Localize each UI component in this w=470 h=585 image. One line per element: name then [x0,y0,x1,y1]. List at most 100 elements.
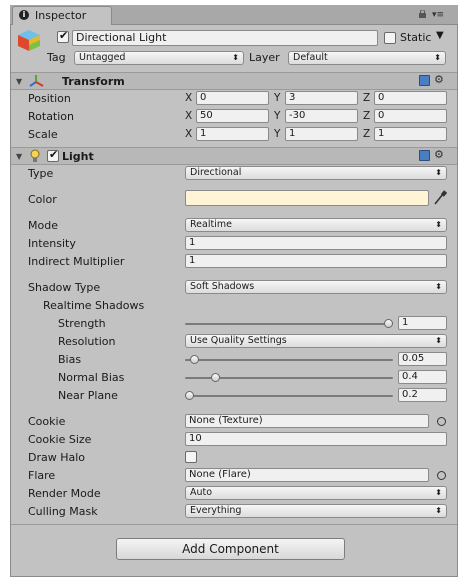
culling-mask-label: Culling Mask [28,505,98,518]
bias-slider-track[interactable] [185,359,393,361]
indirect-multiplier-label: Indirect Multiplier [28,255,125,268]
tab-label: Inspector [35,9,87,22]
realtime-shadows-label: Realtime Shadows [43,299,145,312]
position-y-field[interactable]: 3 [285,91,358,105]
add-component-button[interactable]: Add Component [116,538,345,560]
normal-bias-field[interactable]: 0.4 [398,370,447,384]
dropdown-arrow-icon: ⬍ [435,506,442,515]
axis-x-label: X [185,110,193,122]
rotation-y-field[interactable]: -30 [285,109,358,123]
type-value: Directional [190,167,242,178]
rotation-z-field[interactable]: 0 [374,109,447,123]
near-plane-slider-track[interactable] [185,395,393,397]
draw-halo-label: Draw Halo [28,451,86,464]
rotation-x-field[interactable]: 50 [196,109,269,123]
gear-icon[interactable]: ⚙ [434,73,444,86]
dropdown-arrow-icon: ⬍ [435,336,442,345]
resolution-label: Resolution [58,335,116,348]
flare-field[interactable]: None (Flare) [185,468,429,482]
object-picker-icon[interactable] [437,417,446,426]
draw-halo-checkbox[interactable] [185,451,197,463]
intensity-field[interactable]: 1 [185,236,447,250]
bias-label: Bias [58,353,82,366]
cube-icon [18,30,40,51]
position-label: Position [28,92,71,105]
dropdown-arrow-icon: ⬍ [435,220,442,229]
gear-icon[interactable]: ⚙ [434,148,444,161]
fold-arrow-icon[interactable]: ▼ [16,77,22,86]
normal-bias-slider-knob[interactable] [210,373,220,382]
active-checkbox[interactable] [57,29,69,43]
axis-z-label: Z [363,110,371,122]
divider [11,524,457,525]
menu-icon[interactable]: ▾≡ [432,10,444,20]
near-plane-field[interactable]: 0.2 [398,388,447,402]
dropdown-arrow-icon: ⬍ [435,282,442,291]
scale-z-field[interactable]: 1 [374,127,447,141]
intensity-label: Intensity [28,237,76,250]
layer-value: Default [293,52,328,63]
flare-label: Flare [28,469,56,482]
shadow-type-dropdown[interactable]: Soft Shadows ⬍ [185,280,447,294]
culling-mask-dropdown[interactable]: Everything ⬍ [185,504,447,518]
near-plane-slider-knob[interactable] [185,391,194,400]
light-title: Light [62,150,94,163]
tab-inspector[interactable]: i Inspector [12,6,112,25]
type-label: Type [28,167,54,180]
strength-slider-track[interactable] [185,323,393,325]
tag-label: Tag [47,51,66,64]
resolution-value: Use Quality Settings [190,335,287,346]
axis-z-label: Z [363,92,371,104]
color-field[interactable] [185,190,429,206]
cookie-size-field[interactable]: 10 [185,432,447,446]
axis-y-label: Y [274,110,281,122]
bias-slider-knob[interactable] [189,355,199,364]
transform-title: Transform [62,75,125,88]
light-enabled-checkbox[interactable] [47,148,59,162]
mode-value: Realtime [190,219,232,230]
render-mode-value: Auto [190,487,213,498]
transform-axes-icon [29,75,44,87]
object-name-field[interactable]: Directional Light [72,30,378,46]
axis-x-label: X [185,128,193,140]
scale-x-field[interactable]: 1 [196,127,269,141]
strength-slider-knob[interactable] [384,319,393,328]
axis-z-label: Z [363,128,371,140]
strength-field[interactable]: 1 [398,316,447,330]
near-plane-label: Near Plane [58,389,118,402]
bias-field[interactable]: 0.05 [398,352,447,366]
position-x-field[interactable]: 0 [196,91,269,105]
resolution-dropdown[interactable]: Use Quality Settings ⬍ [185,334,447,348]
mode-dropdown[interactable]: Realtime ⬍ [185,218,447,232]
help-book-icon[interactable] [419,150,430,161]
info-icon: i [19,10,29,20]
dropdown-arrow-icon: ⬍ [435,488,442,497]
fold-arrow-icon[interactable]: ▼ [16,152,22,161]
lock-icon[interactable] [418,10,427,18]
shadow-type-label: Shadow Type [28,281,101,294]
position-z-field[interactable]: 0 [374,91,447,105]
scale-y-field[interactable]: 1 [285,127,358,141]
layer-dropdown[interactable]: Default ⬍ [288,51,446,65]
tag-dropdown[interactable]: Untagged ⬍ [74,51,244,65]
object-picker-icon[interactable] [437,471,446,480]
mode-label: Mode [28,219,58,232]
help-book-icon[interactable] [419,75,430,86]
cookie-field[interactable]: None (Texture) [185,414,429,428]
layer-label: Layer [249,51,280,64]
render-mode-dropdown[interactable]: Auto ⬍ [185,486,447,500]
static-dropdown-arrow-icon[interactable]: ▼ [436,30,444,41]
color-label: Color [28,193,57,206]
cookie-size-label: Cookie Size [28,433,92,446]
axis-y-label: Y [274,92,281,104]
type-dropdown[interactable]: Directional ⬍ [185,166,447,180]
normal-bias-label: Normal Bias [58,371,125,384]
dropdown-arrow-icon: ⬍ [232,53,239,62]
axis-y-label: Y [274,128,281,140]
strength-label: Strength [58,317,106,330]
indirect-multiplier-field[interactable]: 1 [185,254,447,268]
dropdown-arrow-icon: ⬍ [435,168,442,177]
static-checkbox[interactable] [384,32,396,44]
scale-label: Scale [28,128,58,141]
eyedropper-icon[interactable] [433,190,447,206]
